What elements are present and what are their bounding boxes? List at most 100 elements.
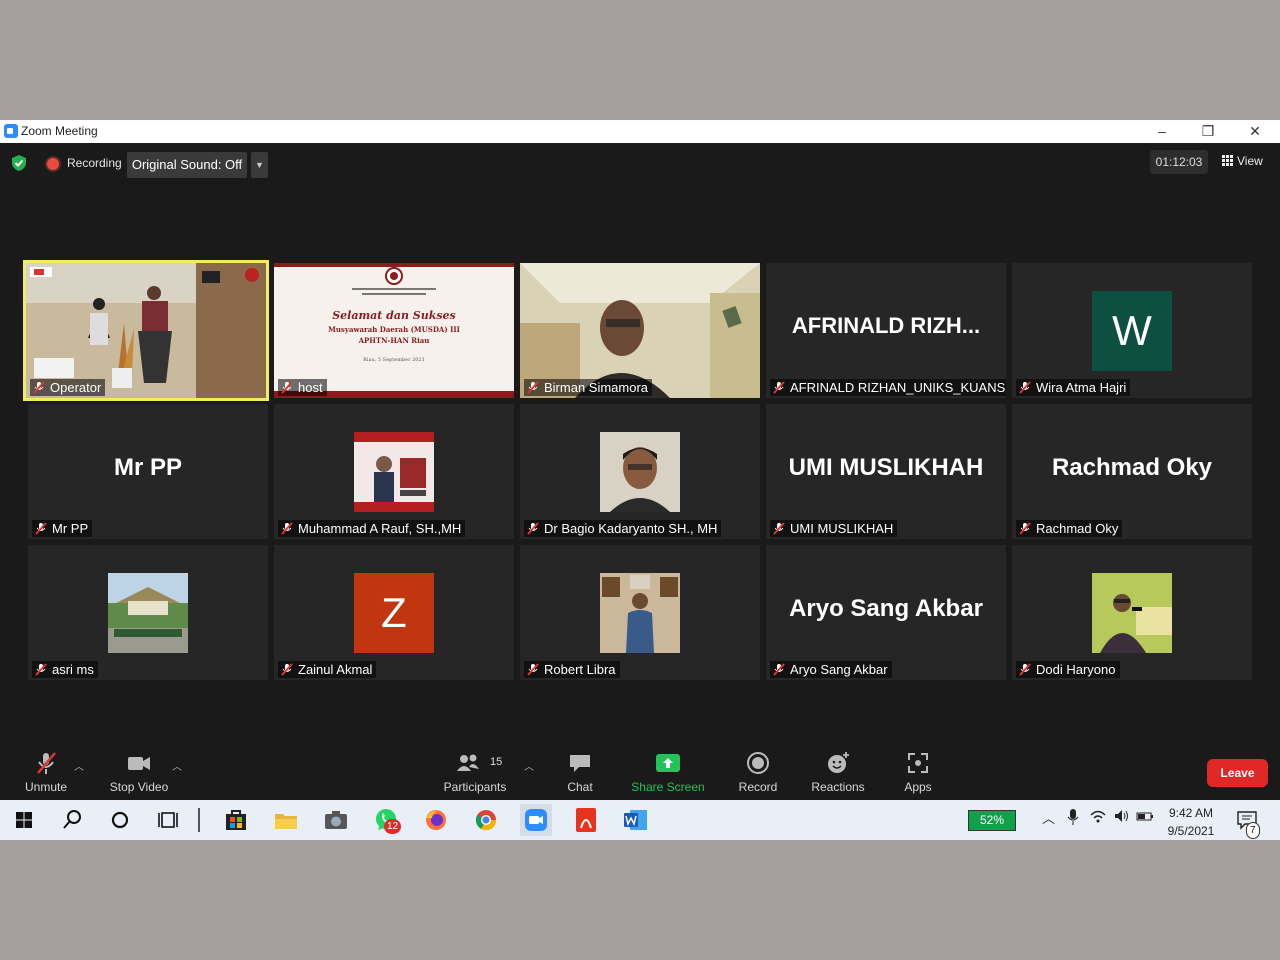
wifi-icon[interactable] — [1090, 808, 1106, 824]
participant-name-tag: asri ms — [32, 661, 98, 678]
participant-name-tag: Dr Bagio Kadaryanto SH., MH — [524, 520, 722, 537]
close-button[interactable]: ✕ — [1232, 121, 1278, 142]
participant-display-name: Aryo Sang Akbar — [789, 595, 983, 622]
profile-photo — [108, 573, 188, 653]
chrome-icon[interactable] — [470, 804, 502, 836]
avatar: W — [1092, 291, 1172, 371]
video-tile-umi-muslikhah[interactable]: UMI MUSLIKHAH UMI MUSLIKHAH — [766, 404, 1006, 539]
video-tile-operator[interactable]: Operator — [23, 260, 269, 401]
slide-line-3: Riau, 5 September 2021 — [363, 357, 425, 363]
participant-name-tag: AFRINALD RIZHAN_UNIKS_KUANSING — [770, 379, 1006, 396]
video-tile-robert-libra[interactable]: Robert Libra — [520, 545, 760, 680]
video-tile-afrinald-rizhan[interactable]: AFRINALD RIZH... AFRINALD RIZHAN_UNIKS_K… — [766, 263, 1006, 398]
slide-line-2: APHTN-HAN Riau — [358, 336, 430, 345]
firefox-icon[interactable] — [420, 804, 452, 836]
battery-meter: 52% — [968, 810, 1016, 831]
system-clock[interactable]: 9:42 AM 9/5/2021 — [1158, 804, 1224, 840]
record-icon — [747, 752, 769, 774]
cortana-icon[interactable] — [104, 804, 136, 836]
reactions-button[interactable]: Reactions — [808, 740, 868, 800]
microsoft-word-icon[interactable] — [620, 804, 652, 836]
participant-name-tag: Robert Libra — [524, 661, 620, 678]
microphone-tray-icon[interactable] — [1066, 808, 1080, 826]
video-tile-birman-simamora[interactable]: Birman Simamora — [520, 263, 760, 398]
video-tile-wira-atma-hajri[interactable]: W Wira Atma Hajri — [1012, 263, 1252, 398]
muted-microphone-icon — [37, 752, 56, 774]
participant-display-name: UMI MUSLIKHAH — [788, 454, 984, 481]
pdf-reader-icon[interactable] — [570, 804, 602, 836]
participant-video-feed — [520, 263, 760, 398]
stop-video-button[interactable]: Stop Video — [104, 740, 174, 800]
task-view-icon[interactable] — [152, 804, 184, 836]
recording-indicator[interactable]: Recording — [39, 150, 130, 176]
video-tile-dr-bagio-kadaryanto[interactable]: Dr Bagio Kadaryanto SH., MH — [520, 404, 760, 539]
muted-mic-icon — [35, 522, 47, 535]
video-tile-muhammad-a-rauf[interactable]: Muhammad A Rauf, SH.,MH — [274, 404, 514, 539]
windows-taskbar: 12 — [0, 800, 1280, 840]
restore-button[interactable]: ❐ — [1185, 121, 1231, 142]
unmute-button[interactable]: Unmute — [16, 740, 76, 800]
profile-photo — [1092, 573, 1172, 653]
view-button[interactable]: View — [1216, 150, 1272, 174]
video-tile-mr-pp[interactable]: Mr PP Mr PP — [28, 404, 268, 539]
muted-mic-icon — [773, 522, 785, 535]
video-tile-host[interactable]: Selamat dan Sukses Musyawarah Daerah (MU… — [274, 263, 514, 398]
muted-mic-icon — [281, 522, 293, 535]
profile-photo — [600, 573, 680, 653]
recording-label: Recording — [67, 156, 122, 170]
meeting-controls-toolbar: Unmute ︿ Stop Video ︿ 15 Participants ︿ — [0, 740, 1280, 800]
muted-mic-icon — [527, 522, 539, 535]
camera-app-icon[interactable] — [320, 804, 352, 836]
leave-button[interactable]: Leave — [1207, 759, 1268, 787]
video-tile-zainul-akmal[interactable]: Z Zainul Akmal — [274, 545, 514, 680]
chat-bubble-icon — [570, 755, 590, 772]
recording-dot-icon — [45, 155, 61, 172]
record-label: Record — [738, 780, 778, 794]
search-icon[interactable] — [56, 804, 88, 836]
record-button[interactable]: Record — [734, 740, 782, 800]
notification-count-badge: 7 — [1246, 822, 1260, 839]
security-shield-icon[interactable] — [10, 154, 28, 172]
minimize-button[interactable]: – — [1139, 121, 1185, 142]
file-explorer-icon[interactable] — [270, 804, 302, 836]
original-sound-button[interactable]: Original Sound: Off — [127, 152, 247, 178]
share-screen-button[interactable]: Share Screen — [628, 740, 708, 800]
microsoft-store-icon[interactable] — [220, 804, 252, 836]
video-tile-rachmad-oky[interactable]: Rachmad Oky Rachmad Oky — [1012, 404, 1252, 539]
participants-button[interactable]: 15 Participants — [440, 740, 510, 800]
windows-start-icon[interactable] — [8, 804, 40, 836]
muted-mic-icon — [1019, 381, 1031, 394]
zoom-window: Zoom Meeting – ❐ ✕ Recording Original So… — [0, 120, 1280, 800]
window-title: Zoom Meeting — [21, 124, 98, 138]
participant-name-tag: host — [278, 379, 327, 396]
title-bar: Zoom Meeting – ❐ ✕ — [0, 120, 1280, 143]
whatsapp-unread-badge: 12 — [384, 819, 402, 834]
video-tile-dodi-haryono[interactable]: Dodi Haryono — [1012, 545, 1252, 680]
participants-options-caret-icon[interactable]: ︿ — [524, 758, 534, 773]
video-tile-asri-ms[interactable]: asri ms — [28, 545, 268, 680]
apps-label: Apps — [904, 780, 932, 794]
share-screen-arrow-icon — [656, 754, 680, 772]
apps-icon — [908, 753, 928, 773]
chat-button[interactable]: Chat — [560, 740, 600, 800]
zoom-app-icon[interactable] — [520, 804, 552, 836]
participant-name-tag: Aryo Sang Akbar — [770, 661, 892, 678]
smiley-reaction-icon — [828, 752, 849, 773]
participant-name-tag: Dodi Haryono — [1016, 661, 1120, 678]
video-options-caret-icon[interactable]: ︿ — [172, 758, 182, 773]
participant-name-tag: UMI MUSLIKHAH — [770, 520, 898, 537]
battery-tray-icon[interactable] — [1136, 808, 1154, 824]
original-sound-dropdown-icon[interactable]: ▼ — [251, 152, 268, 178]
audio-options-caret-icon[interactable]: ︿ — [74, 758, 84, 773]
show-hidden-icons-chevron-icon[interactable]: ︿ — [1042, 808, 1055, 827]
taskbar-divider — [198, 808, 200, 832]
muted-mic-icon — [773, 663, 785, 676]
muted-mic-icon — [527, 381, 539, 394]
apps-button[interactable]: Apps — [898, 740, 938, 800]
participants-count: 15 — [490, 756, 503, 768]
stage-video-feed — [26, 263, 266, 398]
video-tile-aryo-sang-akbar[interactable]: Aryo Sang Akbar Aryo Sang Akbar — [766, 545, 1006, 680]
participant-display-name: Rachmad Oky — [1051, 454, 1213, 481]
slide-line-1: Musyawarah Daerah (MUSDA) III — [328, 325, 460, 334]
volume-icon[interactable] — [1113, 808, 1129, 824]
